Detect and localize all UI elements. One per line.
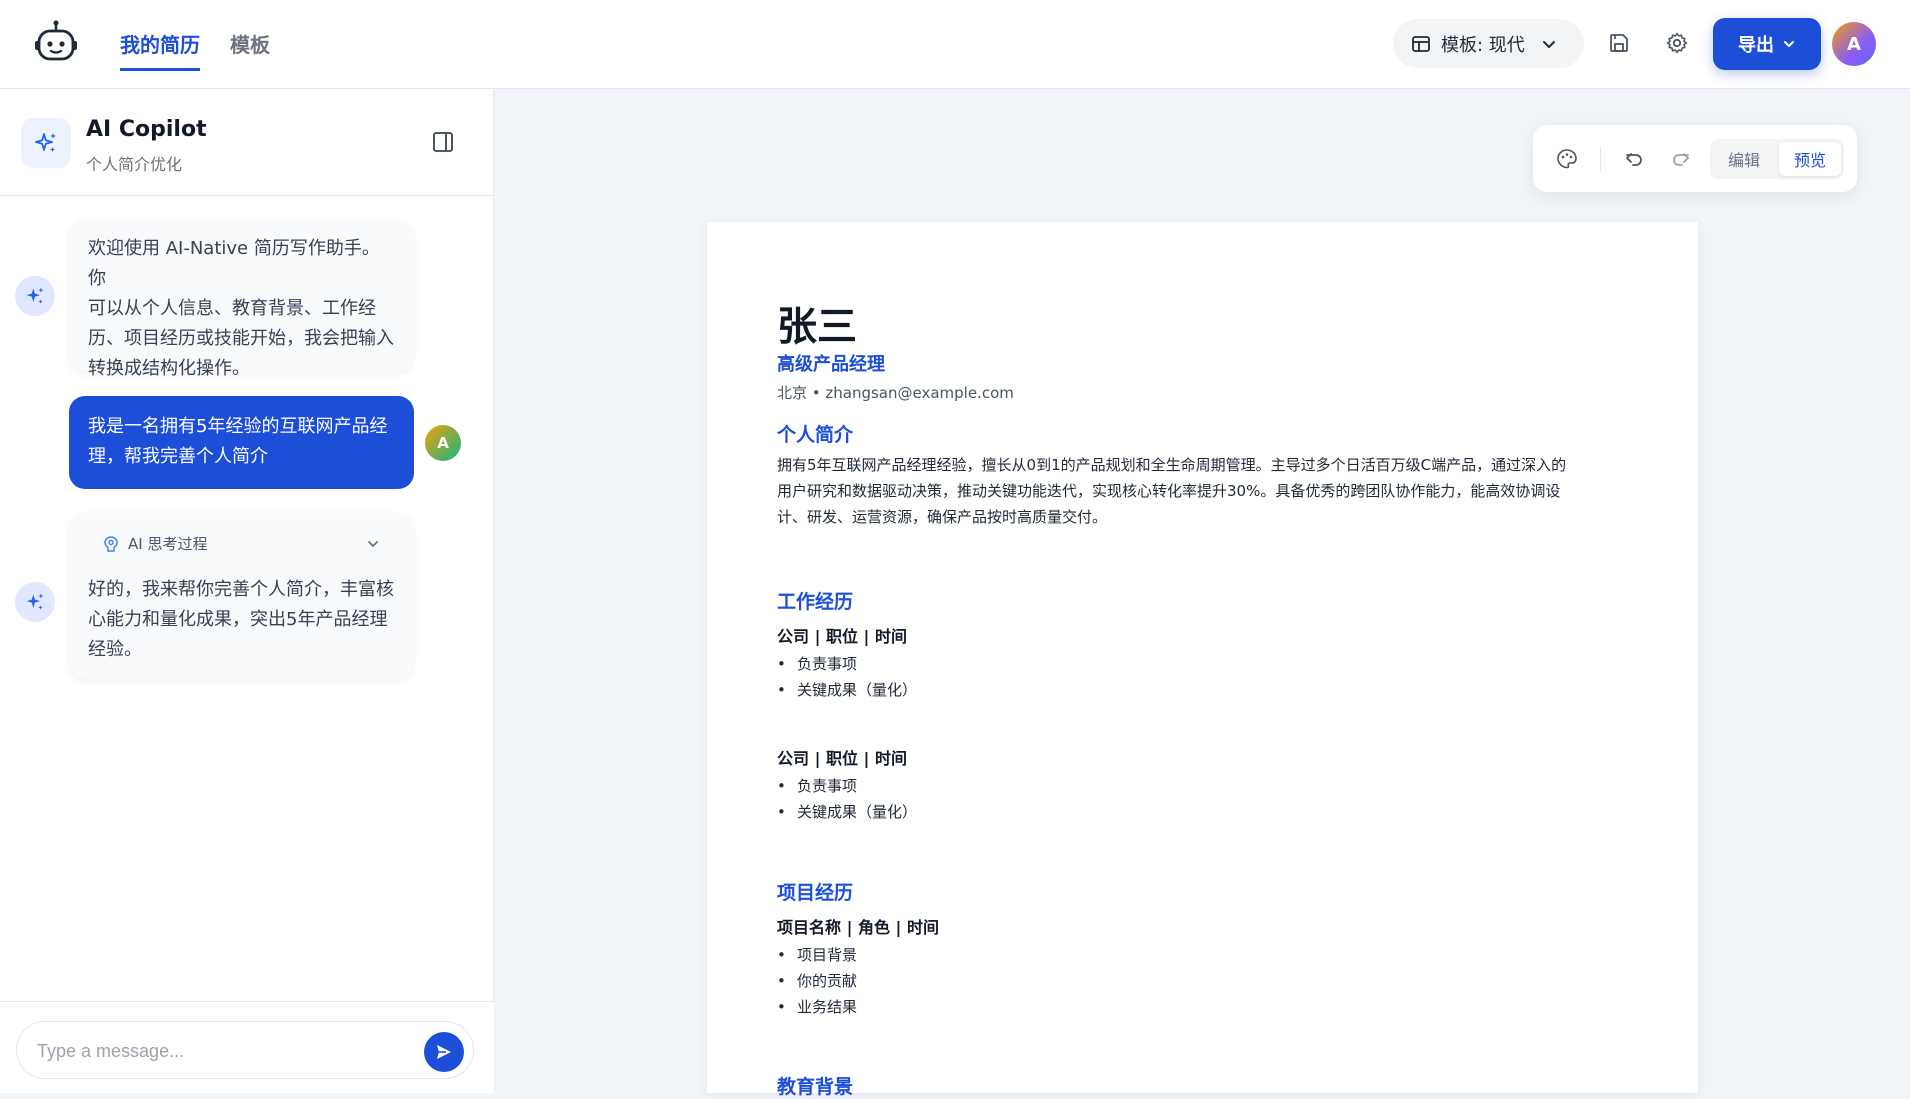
resume-name: 张三 [777,304,857,350]
message-input[interactable] [37,1036,417,1066]
resume-contact: 北京 • zhangsan@example.com [777,384,1014,402]
copilot-title: AI Copilot [86,117,207,142]
section-heading-work: 工作经历 [777,591,854,613]
section-heading-summary: 个人简介 [777,424,854,446]
robot-logo-icon[interactable] [33,20,79,66]
template-select-label: 模板: 现代 [1441,34,1525,56]
work-bullet: • 负责事项 [777,655,858,673]
message-line: 欢迎使用 AI-Native 简历写作助手。你 [88,238,380,289]
thinking-label: AI 思考过程 [128,535,208,553]
redo-icon[interactable] [1663,141,1699,177]
user-message: 我是一名拥有5年经验的互联网产品经 理，帮我完善个人简介 [69,396,414,489]
section-heading-education: 教育背景 [777,1076,854,1098]
resume-page: 张三 高级产品经理 北京 • zhangsan@example.com 个人简介… [707,222,1698,1098]
chevron-down-icon [1782,37,1796,51]
message-line: 我是一名拥有5年经验的互联网产品经 [88,416,388,437]
template-select[interactable]: 模板: 现代 [1393,19,1584,68]
edit-mode-button[interactable]: 编辑 [1713,142,1775,176]
message-line: 经验。 [88,639,142,660]
work-entry-title: 公司 | 职位 | 时间 [777,749,907,768]
ai-avatar [15,582,55,622]
panel-toggle-icon[interactable] [432,131,454,153]
summary-line: 拥有5年互联网产品经理经验，擅长从0到1的产品规划和全生命周期管理。主导过多个日… [777,456,1567,474]
undo-icon[interactable] [1616,141,1652,177]
sparkle-icon [21,118,71,168]
work-entry-title: 公司 | 职位 | 时间 [777,627,907,646]
palette-icon[interactable] [1549,141,1585,177]
send-icon [437,1045,451,1059]
brain-icon [102,535,120,553]
editor-toolbar: 编辑 预览 [1533,125,1857,192]
tab-my-resume[interactable]: 我的简历 [120,29,200,71]
toolbar-divider [1600,147,1601,171]
section-heading-projects: 项目经历 [777,882,854,904]
copilot-header: AI Copilot 个人简介优化 [0,89,494,196]
message-line: 好的，我来帮你完善个人简介，丰富核 [88,579,394,600]
message-line: 历、项目经历或技能开始，我会把输入 [88,328,394,349]
preview-mode-button[interactable]: 预览 [1779,142,1841,176]
summary-line: 用户研究和数据驱动决策，推动关键功能迭代，实现核心转化率提升30%。具备优秀的跨… [777,482,1561,500]
chevron-down-icon [1541,36,1557,52]
avatar[interactable]: A [1832,22,1876,66]
message-line: 心能力和量化成果，突出5年产品经理 [88,609,388,630]
thinking-toggle[interactable]: AI 思考过程 [88,529,394,559]
message-line: 可以从个人信息、教育背景、工作经 [88,298,376,319]
work-bullet: • 负责事项 [777,777,858,795]
summary-line: 计、研发、运营资源，确保产品按时高质量交付。 [777,508,1108,526]
message-line: 转换成结构化操作。 [88,358,250,379]
user-avatar: A [425,425,461,461]
chat-input-box [16,1021,474,1079]
work-bullet: • 关键成果（量化） [777,803,918,821]
chat-input-area [0,1001,494,1093]
ai-message: AI 思考过程 好的，我来帮你完善个人简介，丰富核 心能力和量化成果，突出5年产… [69,513,413,679]
project-bullet: • 业务结果 [777,998,858,1016]
project-bullet: • 项目背景 [777,946,858,964]
ai-message: 欢迎使用 AI-Native 简历写作助手。你 可以从个人信息、教育背景、工作经… [69,220,413,379]
resume-title: 高级产品经理 [777,354,885,375]
work-bullet: • 关键成果（量化） [777,681,918,699]
top-bar: 我的简历 模板 模板: 现代 导出 A [0,0,1910,89]
copilot-subtitle: 个人简介优化 [86,155,183,174]
export-label: 导出 [1738,35,1774,56]
save-icon[interactable] [1601,25,1637,61]
ai-avatar [15,276,55,316]
layout-icon [1411,34,1431,54]
export-button[interactable]: 导出 [1713,18,1821,70]
gear-icon[interactable] [1659,25,1695,61]
send-button[interactable] [424,1032,464,1072]
project-bullet: • 你的贡献 [777,972,858,990]
resume-summary: 拥有5年互联网产品经理经验，擅长从0到1的产品规划和全生命周期管理。主导过多个日… [777,452,1637,530]
chevron-down-icon [366,537,394,551]
project-entry-title: 项目名称 | 角色 | 时间 [777,918,939,937]
message-line: 理，帮我完善个人简介 [88,446,268,467]
mode-toggle: 编辑 预览 [1710,139,1844,179]
tab-templates[interactable]: 模板 [230,29,270,68]
copilot-sidebar: AI Copilot 个人简介优化 欢迎使用 AI-Native 简历写作助手。… [0,89,494,1093]
